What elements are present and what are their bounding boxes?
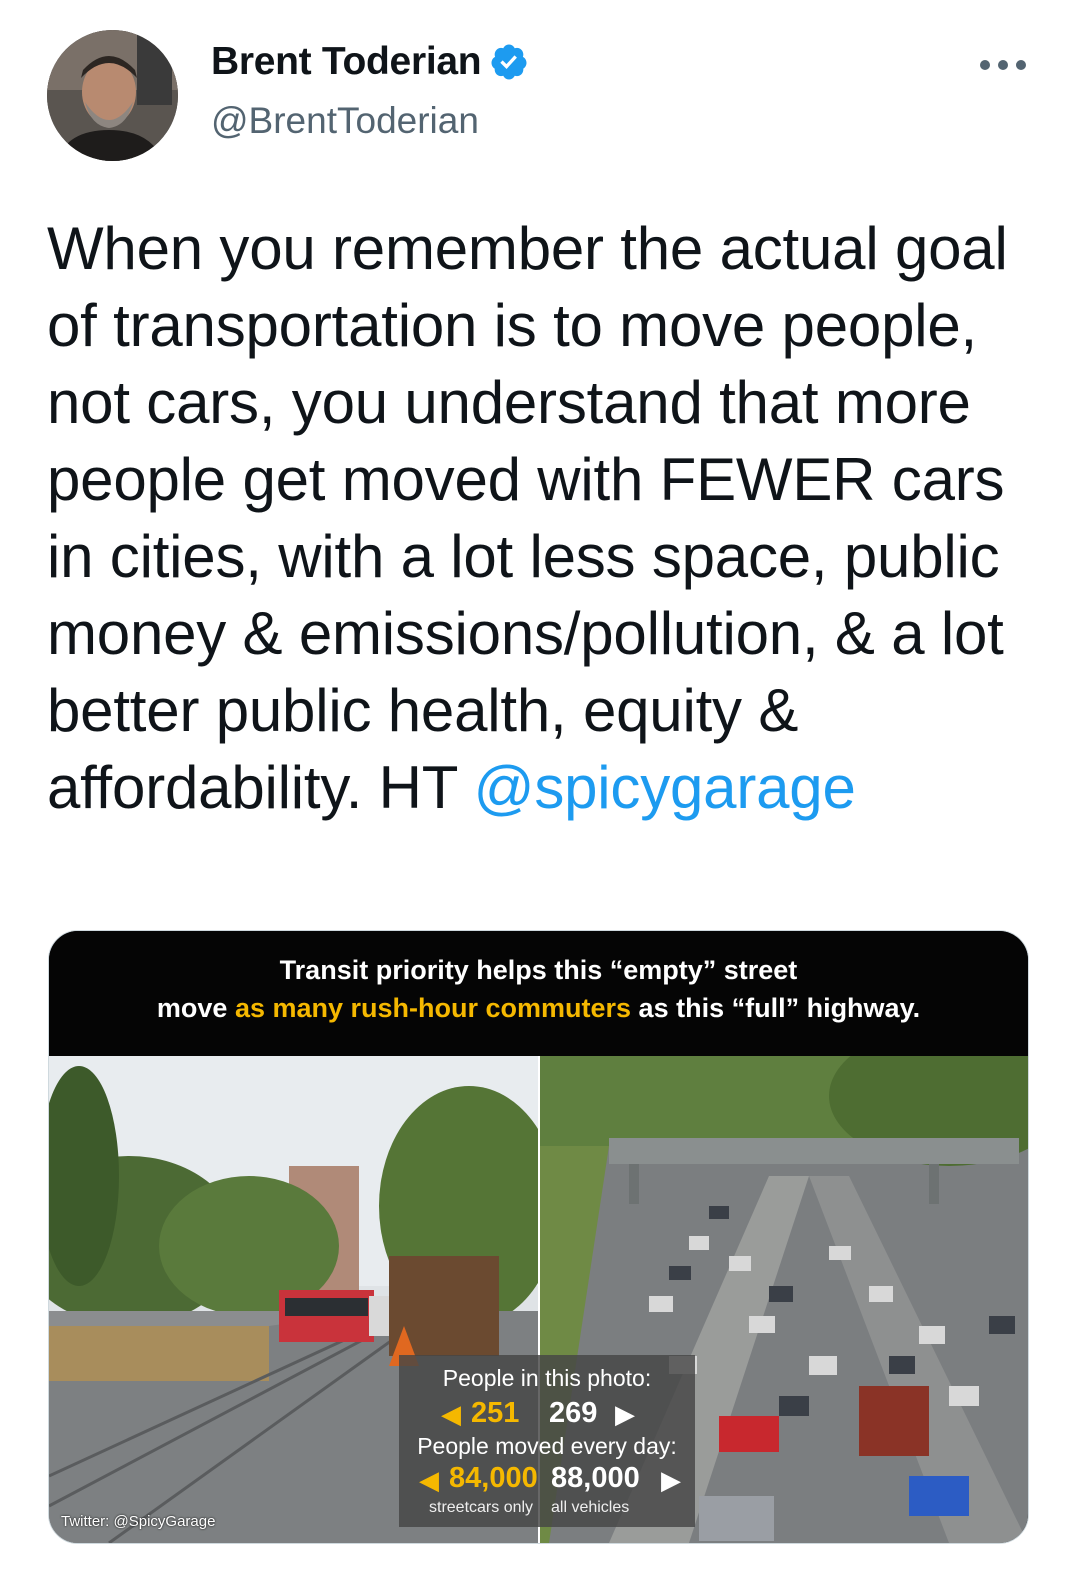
- author-handle[interactable]: @BrentToderian: [211, 100, 479, 142]
- right-arrow-icon: ▶: [615, 1399, 635, 1429]
- people-label: People in this photo:: [442, 1365, 652, 1391]
- tweet-body: When you remember the actual goal of tra…: [47, 215, 1008, 821]
- avatar-photo: [47, 30, 178, 161]
- right-caption: all vehicles: [551, 1499, 630, 1516]
- banner-line-1: Transit priority helps this “empty” stre…: [279, 955, 798, 985]
- stats-overlay: People in this photo: ◀ 251 269 ▶ People…: [399, 1355, 695, 1527]
- mention-link[interactable]: @spicygarage: [474, 754, 856, 821]
- tweet-media[interactable]: Transit priority helps this “empty” stre…: [48, 930, 1029, 1544]
- media-banner: Transit priority helps this “empty” stre…: [49, 931, 1028, 1056]
- left-arrow-icon: ◀: [441, 1399, 461, 1429]
- people-left-value: 251: [471, 1397, 520, 1429]
- author-name[interactable]: Brent Toderian: [211, 40, 482, 84]
- moved-right-value: 88,000: [551, 1462, 640, 1494]
- right-arrow-icon: ▶: [661, 1465, 681, 1495]
- tweet-text: When you remember the actual goal of tra…: [47, 210, 1037, 826]
- moved-left-value: 84,000: [449, 1462, 538, 1494]
- avatar[interactable]: [47, 30, 178, 161]
- more-options-icon[interactable]: [980, 55, 1026, 75]
- banner-highlight: as many rush-hour commuters: [234, 993, 632, 1023]
- left-arrow-icon: ◀: [419, 1465, 439, 1495]
- verified-badge-icon: [489, 42, 529, 82]
- moved-label: People moved every day:: [417, 1433, 677, 1459]
- left-caption: streetcars only: [429, 1499, 534, 1516]
- banner-line-2: move as many rush-hour commuters as this…: [156, 993, 921, 1023]
- people-right-value: 269: [549, 1397, 598, 1429]
- photo-credit: Twitter: @SpicyGarage: [61, 1513, 216, 1530]
